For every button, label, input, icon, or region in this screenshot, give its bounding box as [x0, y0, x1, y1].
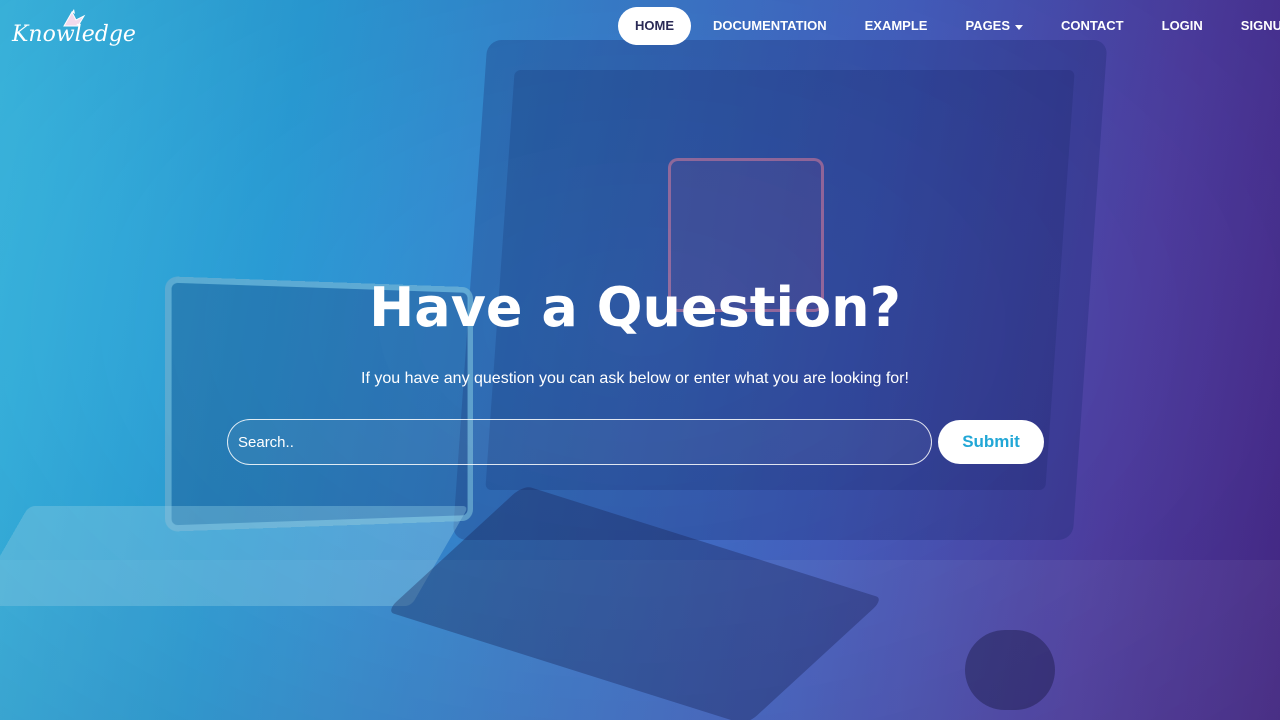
nav-item-login[interactable]: LOGIN: [1145, 7, 1220, 45]
site-logo[interactable]: Knowledge: [12, 8, 136, 64]
nav-item-label: EXAMPLE: [864, 18, 928, 33]
hero-background: [0, 0, 1280, 720]
nav-item-label: PAGES: [965, 18, 1011, 33]
nav-item-label: CONTACT: [1061, 18, 1124, 33]
logo-text: Knowledge: [12, 22, 136, 47]
nav-item-contact[interactable]: CONTACT: [1044, 7, 1141, 45]
nav-item-signup[interactable]: SIGNUP: [1224, 7, 1280, 45]
nav-item-pages[interactable]: PAGES: [948, 7, 1040, 45]
nav-item-label: HOME: [635, 18, 674, 33]
nav-item-example[interactable]: EXAMPLE: [848, 7, 945, 45]
nav-item-label: SIGNUP: [1240, 18, 1280, 33]
nav-item-label: LOGIN: [1161, 18, 1203, 33]
caret-down-icon: [1015, 24, 1024, 30]
hero-title: Have a Question?: [369, 276, 901, 339]
main-nav: HOME DOCUMENTATION EXAMPLE PAGES CONTACT…: [618, 6, 1280, 46]
submit-button[interactable]: Submit: [938, 420, 1044, 464]
vignette-overlay: [0, 0, 1280, 720]
search-input[interactable]: [227, 419, 932, 465]
nav-item-label: DOCUMENTATION: [713, 18, 827, 33]
hero-subtitle: If you have any question you can ask bel…: [361, 370, 909, 387]
search-form: Submit: [227, 419, 1047, 467]
nav-item-home[interactable]: HOME: [618, 7, 691, 45]
nav-item-documentation[interactable]: DOCUMENTATION: [696, 7, 844, 45]
